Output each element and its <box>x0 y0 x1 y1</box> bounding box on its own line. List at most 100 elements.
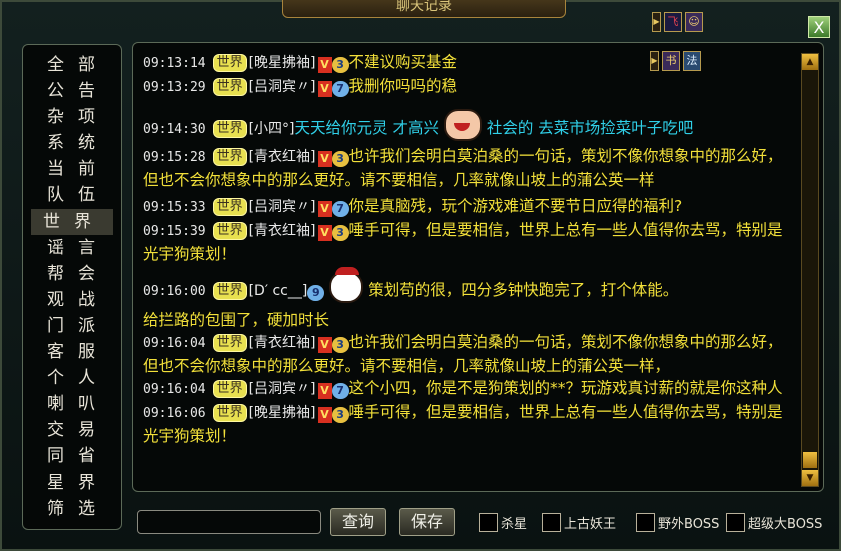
scroll-down-icon[interactable]: ▼ <box>802 470 818 486</box>
top-toolbar: ▶ 飞 ☺ <box>652 12 703 32</box>
channel-badge[interactable]: 世界 <box>212 380 247 398</box>
search-button[interactable]: 查询 <box>330 508 386 536</box>
sidebar-item-all[interactable]: 全部 <box>23 52 121 78</box>
timestamp: 09:15:33 <box>143 200 206 215</box>
channel-badge[interactable]: 世界 <box>212 334 247 352</box>
timestamp: 09:15:28 <box>143 150 206 165</box>
sender-name[interactable]: [小四°] <box>249 121 295 137</box>
timestamp: 09:16:00 <box>143 284 206 299</box>
sidebar-item-starworld[interactable]: 星界 <box>23 470 121 496</box>
vip-badge: V <box>317 201 332 217</box>
checkbox[interactable] <box>479 513 498 532</box>
scroll-thumb[interactable] <box>803 452 817 468</box>
filter-killstar[interactable]: 杀星 <box>479 513 527 532</box>
chat-message: 09:16:06 世界 [晚星拂袖] V 3 唾手可得，但是要相信，世界上总有一些人值得… <box>143 401 783 447</box>
level-badge: 9 <box>307 285 325 301</box>
filter-label: 杀星 <box>501 517 528 532</box>
timestamp: 09:16:04 <box>143 336 206 351</box>
play-icon[interactable]: ▶ <box>652 12 661 32</box>
chat-message: 09:14:30 世界 [小四°]天天给你元灵 才高兴 社会的 去菜市场捡菜叶子吃… <box>143 109 783 141</box>
filter-field-boss[interactable]: 野外BOSS <box>636 513 719 532</box>
sender-name[interactable]: [吕洞宾〃] <box>249 79 316 95</box>
channel-badge[interactable]: 世界 <box>212 404 247 422</box>
checkbox[interactable] <box>542 513 561 532</box>
chat-message: 09:16:04 世界 [吕洞宾〃] V 7 这个小四，你是不是狗策划的**？玩游戏真讨… <box>143 377 783 401</box>
sidebar-item-misc[interactable]: 杂项 <box>23 104 121 130</box>
save-button[interactable]: 保存 <box>399 508 455 536</box>
chat-message: 09:15:39 世界 [青衣红袖] V 3 唾手可得，但是要相信，世界上总有一些人值得… <box>143 219 783 265</box>
chat-message: 09:16:04 世界 [青衣红袖] V 3 也许我们会明白莫泊桑的一句话，策划不像你想… <box>143 331 783 377</box>
message-text: 策划苟的很，四分多钟快跑完了，打个体能。 <box>368 281 679 299</box>
chat-message: 09:15:28 世界 [青衣红袖] V 3 也许我们会明白莫泊桑的一句话，策划不像你想… <box>143 145 783 191</box>
sidebar-item-horn[interactable]: 喇叭 <box>23 391 121 417</box>
sidebar-item-system[interactable]: 系统 <box>23 130 121 156</box>
level-badge: 3 <box>331 225 349 241</box>
sidebar-item-world[interactable]: 世界 <box>31 208 113 235</box>
chat-message: 09:13:29 世界 [吕洞宾〃] V 7 我删你吗吗的稳 <box>143 75 783 99</box>
filter-ancient-demon[interactable]: 上古妖王 <box>542 513 616 532</box>
vip-badge: V <box>317 81 332 97</box>
scroll-up-icon[interactable]: ▲ <box>802 54 818 70</box>
sender-name[interactable]: [青衣红袖] <box>249 223 316 239</box>
level-badge: 3 <box>331 407 349 423</box>
sidebar-item-support[interactable]: 客服 <box>23 339 121 365</box>
sender-name[interactable]: [青衣红袖] <box>249 335 316 351</box>
sender-name[interactable]: [吕洞宾〃] <box>249 381 316 397</box>
sidebar-item-personal[interactable]: 个人 <box>23 365 121 391</box>
sender-name[interactable]: [D′ cc__] <box>249 283 308 299</box>
flying-icon[interactable]: 飞 <box>664 12 682 32</box>
sidebar-item-team[interactable]: 队伍 <box>23 182 121 208</box>
shocked-face-icon <box>329 267 364 303</box>
sender-name[interactable]: [晚星拂袖] <box>249 55 316 71</box>
search-input[interactable] <box>137 510 321 534</box>
sidebar-item-trade[interactable]: 交易 <box>23 417 121 443</box>
chat-log-panel: ▶ 书 法 09:13:14 世界 [晚星拂袖] V 3 不建议购买基金 09:13:2… <box>132 42 824 492</box>
channel-badge[interactable]: 世界 <box>212 78 247 96</box>
message-text: 这个小四，你是不是狗策划的**？玩游戏真讨薪的就是你这种人 <box>348 379 783 397</box>
message-text: 我删你吗吗的稳 <box>348 77 458 95</box>
filter-label: 超级大BOSS <box>748 517 823 532</box>
vip-badge: V <box>317 407 332 423</box>
channel-badge[interactable]: 世界 <box>212 148 247 166</box>
filter-label: 上古妖王 <box>564 517 617 532</box>
checkbox[interactable] <box>636 513 655 532</box>
vip-badge: V <box>317 57 332 73</box>
close-button[interactable]: X <box>808 16 830 38</box>
checkbox[interactable] <box>726 513 745 532</box>
message-text: 你是真脑残，玩个游戏难道不要节日应得的福利? <box>348 197 683 215</box>
chat-scrollbar[interactable]: ▲ ▼ <box>801 53 819 487</box>
filter-label: 野外BOSS <box>658 517 720 532</box>
sidebar-item-filter[interactable]: 筛选 <box>23 496 121 522</box>
filter-super-boss[interactable]: 超级大BOSS <box>726 513 822 532</box>
sidebar-item-rumor[interactable]: 谣言 <box>23 235 121 261</box>
channel-badge[interactable]: 世界 <box>212 222 247 240</box>
sidebar-item-announce[interactable]: 公告 <box>23 78 121 104</box>
timestamp: 09:13:29 <box>143 80 206 95</box>
sidebar-item-province[interactable]: 同省 <box>23 443 121 469</box>
emote-icon[interactable]: ☺ <box>685 12 703 32</box>
channel-badge[interactable]: 世界 <box>212 120 247 138</box>
vip-badge: V <box>317 151 332 167</box>
level-badge: 3 <box>331 337 349 353</box>
message-text: 天天给你元灵 才高兴 <box>294 119 439 137</box>
timestamp: 09:13:14 <box>143 56 206 71</box>
window-title: 聊天记录 <box>282 0 566 18</box>
sender-name[interactable]: [晚星拂袖] <box>249 405 316 421</box>
level-badge: 3 <box>331 57 349 73</box>
level-badge: 7 <box>331 201 349 217</box>
channel-sidebar: 全部 公告 杂项 系统 当前 队伍 世界 谣言 帮会 观战 门派 客服 个人 喇… <box>22 44 122 530</box>
bottom-toolbar: 查询 保存 杀星 上古妖王 野外BOSS 超级大BOSS <box>134 507 834 537</box>
sidebar-item-current[interactable]: 当前 <box>23 156 121 182</box>
sender-name[interactable]: [吕洞宾〃] <box>249 199 316 215</box>
channel-badge[interactable]: 世界 <box>212 198 247 216</box>
level-badge: 3 <box>331 151 349 167</box>
laughing-face-icon <box>443 109 482 141</box>
channel-badge[interactable]: 世界 <box>212 54 247 72</box>
sidebar-item-spectate[interactable]: 观战 <box>23 287 121 313</box>
chat-log-window: 聊天记录 ▶ 飞 ☺ X 全部 公告 杂项 系统 当前 队伍 世界 谣言 帮会 … <box>0 0 841 551</box>
sidebar-item-guild[interactable]: 帮会 <box>23 261 121 287</box>
channel-badge[interactable]: 世界 <box>212 282 247 300</box>
sidebar-item-sect[interactable]: 门派 <box>23 313 121 339</box>
timestamp: 09:16:06 <box>143 406 206 421</box>
sender-name[interactable]: [青衣红袖] <box>249 149 316 165</box>
